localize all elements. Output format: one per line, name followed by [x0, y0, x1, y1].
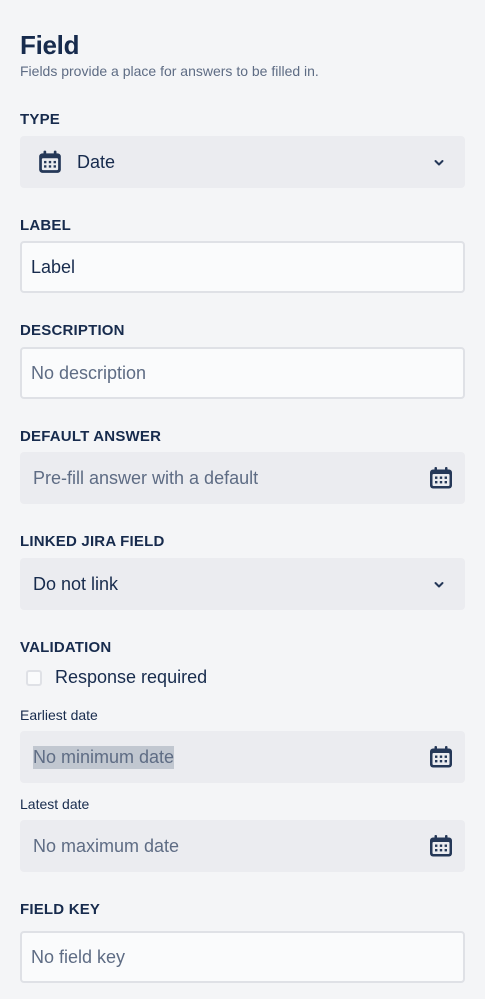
label-input[interactable]: Label: [20, 241, 465, 293]
panel-subtitle: Fields provide a place for answers to be…: [20, 63, 319, 79]
chevron-down-icon: [433, 156, 445, 174]
validation-label: VALIDATION: [20, 639, 112, 656]
calendar-icon[interactable]: [429, 745, 453, 774]
type-select-value: Date: [77, 151, 116, 172]
default-answer-label: DEFAULT ANSWER: [20, 428, 162, 445]
calendar-icon[interactable]: [429, 466, 453, 495]
chevron-down-icon: [433, 578, 445, 596]
response-required-label[interactable]: Response required: [55, 667, 207, 688]
description-input[interactable]: No description: [20, 347, 465, 399]
response-required-checkbox[interactable]: [26, 669, 42, 686]
default-answer-input[interactable]: Pre-fill answer with a default: [20, 452, 465, 504]
latest-date-label: Latest date: [20, 796, 90, 812]
response-required-row[interactable]: Response required: [26, 667, 207, 688]
label-field-label: LABEL: [20, 217, 71, 234]
description-label: DESCRIPTION: [20, 322, 125, 339]
latest-date-placeholder: No maximum date: [33, 835, 180, 856]
calendar-icon[interactable]: [429, 834, 453, 863]
linked-jira-field-value: Do not link: [33, 573, 119, 594]
field-key-input[interactable]: No field key: [20, 931, 465, 983]
earliest-date-placeholder: No minimum date: [33, 745, 175, 769]
type-label: TYPE: [20, 111, 60, 128]
latest-date-input[interactable]: No maximum date: [20, 820, 465, 872]
field-key-label: FIELD KEY: [20, 901, 101, 918]
earliest-date-label: Earliest date: [20, 707, 98, 723]
label-input-value: Label: [31, 256, 76, 277]
calendar-icon: [37, 149, 63, 175]
earliest-date-input[interactable]: No minimum date: [20, 731, 465, 783]
linked-jira-field-label: LINKED JIRA FIELD: [20, 533, 165, 550]
panel-title: Field: [20, 30, 80, 60]
type-select[interactable]: Date: [20, 136, 465, 188]
field-key-placeholder: No field key: [31, 946, 126, 967]
linked-jira-field-select[interactable]: Do not link: [20, 558, 465, 610]
default-answer-placeholder: Pre-fill answer with a default: [33, 467, 259, 488]
description-placeholder: No description: [31, 362, 147, 383]
